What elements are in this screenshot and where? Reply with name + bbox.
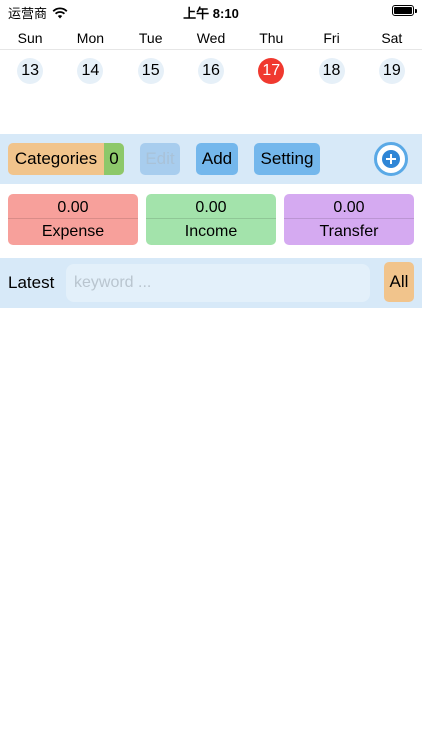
day-row: 13 14 15 16 17 18 19 [0,50,422,84]
day-cell: 13 [0,58,60,84]
day-19[interactable]: 19 [378,58,405,84]
income-amount: 0.00 [146,194,276,219]
expense-card[interactable]: 0.00 Expense [8,194,138,245]
records-list [0,308,422,750]
plus-circle-icon [382,150,400,168]
summary-cards: 0.00 Expense 0.00 Income 0.00 Transfer [0,194,422,246]
income-card[interactable]: 0.00 Income [146,194,276,245]
expense-amount: 0.00 [8,194,138,219]
keyword-search-input[interactable] [66,264,370,302]
day-13[interactable]: 13 [17,58,44,84]
transfer-amount: 0.00 [284,194,414,219]
weekday-header: Sun Mon Tue Wed Thu Fri Sat [0,26,422,50]
add-button[interactable]: Add [196,143,238,175]
battery-icon [392,5,417,16]
status-bar: 运营商 上午 8:10 [0,0,422,22]
weekday-tue: Tue [138,30,163,46]
search-bar: Latest All [0,258,422,308]
week-calendar: Sun Mon Tue Wed Thu Fri Sat 13 14 15 16 … [0,26,422,136]
day-18[interactable]: 18 [318,58,345,84]
income-label: Income [184,223,238,240]
day-14[interactable]: 14 [77,58,104,84]
day-cell: 16 [181,58,241,84]
latest-label: Latest [8,273,55,292]
setting-button[interactable]: Setting [254,143,320,175]
categories-button[interactable]: Categories 0 [8,143,124,175]
day-cell: 18 [301,58,361,84]
edit-button[interactable]: Edit [140,143,180,175]
day-15[interactable]: 15 [137,58,164,84]
day-cell: 19 [362,58,422,84]
categories-label: Categories [14,149,98,168]
weekday-sat: Sat [381,30,403,46]
category-toolbar: Categories 0 Edit Add Setting [0,134,422,184]
transfer-label: Transfer [319,223,379,240]
day-17-today[interactable]: 17 [258,58,285,84]
day-16[interactable]: 16 [197,58,224,84]
weekday-wed: Wed [196,30,226,46]
status-time: 上午 8:10 [183,6,239,21]
transfer-card[interactable]: 0.00 Transfer [284,194,414,245]
day-cell: 15 [121,58,181,84]
all-filter-button[interactable]: All [384,262,414,302]
weekday-mon: Mon [76,30,105,46]
weekday-thu: Thu [259,30,284,46]
battery-level [394,7,412,14]
categories-count-badge: 0 [104,143,124,175]
weekday-fri: Fri [323,30,340,46]
add-record-button[interactable] [374,142,408,176]
day-cell: 17 [241,58,301,84]
weekday-sun: Sun [17,30,43,46]
day-cell: 14 [60,58,120,84]
expense-label: Expense [41,223,105,240]
